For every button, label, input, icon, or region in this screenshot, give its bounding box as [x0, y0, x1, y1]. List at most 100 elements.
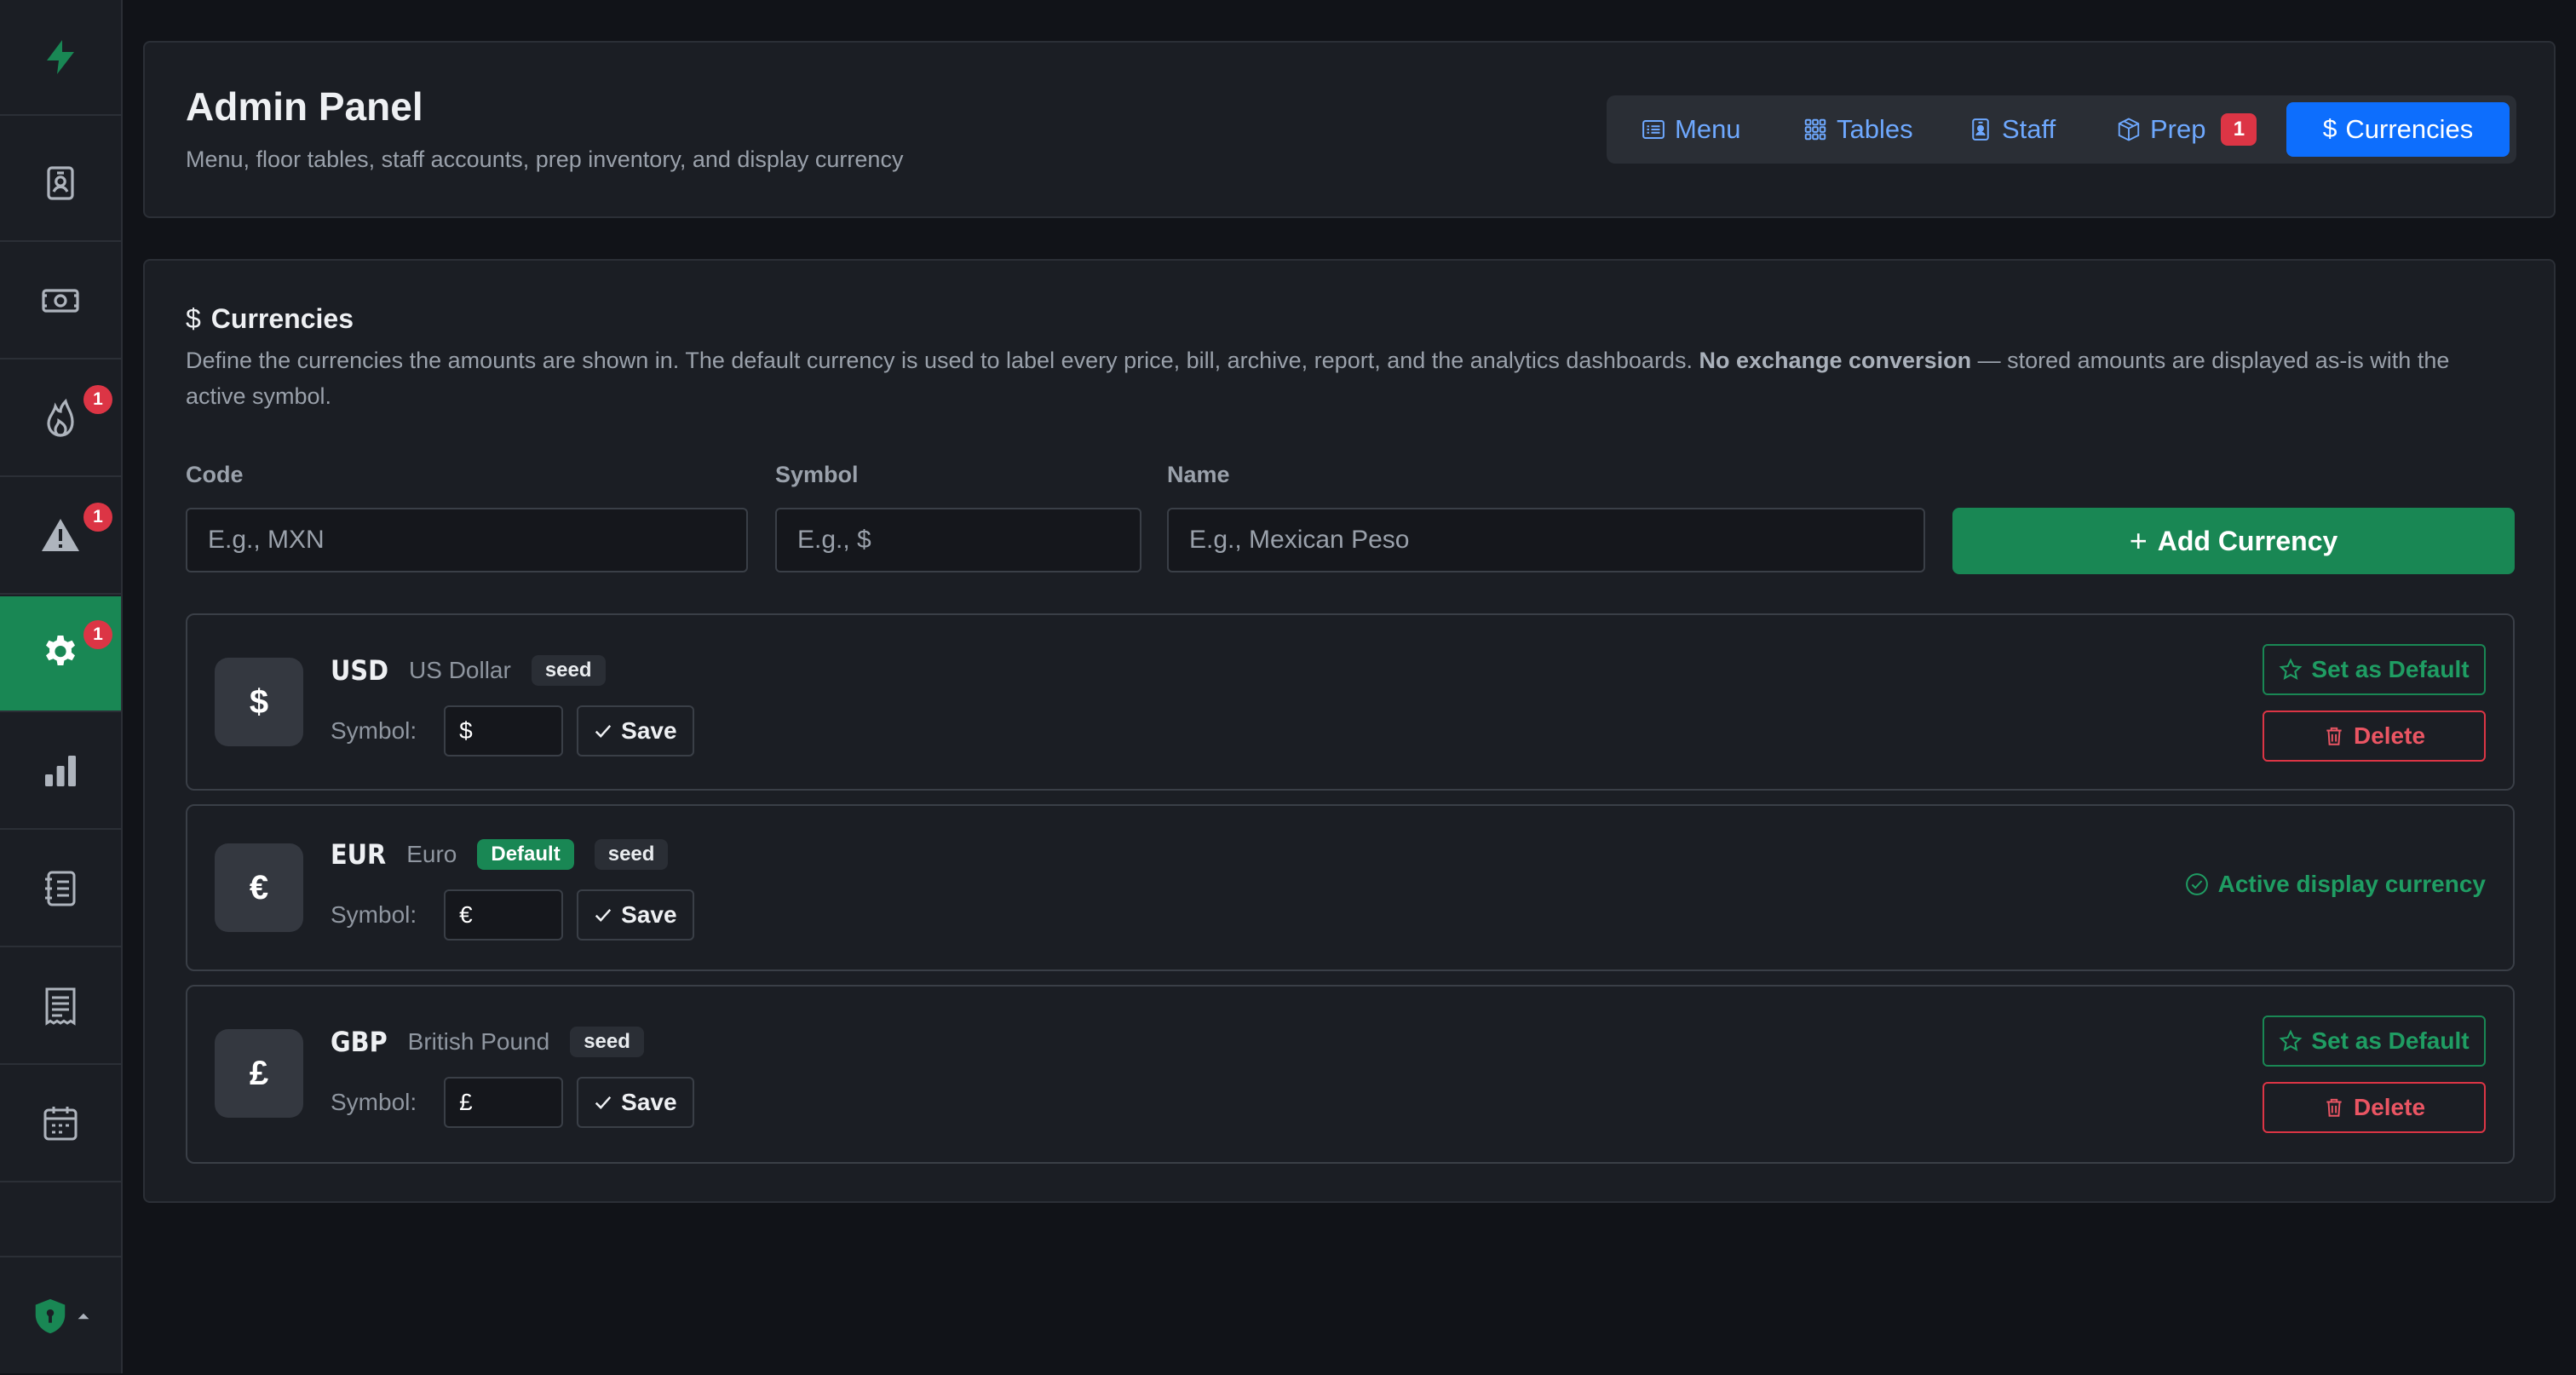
sidebar-item-admin[interactable]: 1	[0, 596, 121, 712]
alerts-badge: 1	[83, 503, 112, 532]
name-input[interactable]	[1167, 508, 1925, 572]
currency-name: Euro	[406, 841, 457, 867]
set-default-label: Set as Default	[2311, 656, 2470, 682]
page-title: Admin Panel	[186, 84, 423, 129]
currency-symbol-tile: £	[215, 1029, 303, 1118]
currency-row-gbp: £ GBP British Pound seed Symbol: Save Se…	[186, 985, 2515, 1164]
delete-label: Delete	[2353, 1094, 2426, 1120]
box-icon	[2118, 118, 2140, 141]
warning-icon	[42, 519, 79, 551]
id-badge-icon	[47, 166, 74, 200]
sidebar-item-cash[interactable]	[0, 244, 121, 360]
sidebar-item-analytics[interactable]	[0, 714, 121, 830]
kitchen-badge: 1	[83, 385, 112, 414]
admin-tabs: Menu Tables Staff Prep 1 $ Currencies	[1607, 95, 2516, 164]
seed-badge: seed	[594, 839, 669, 870]
dollar-icon: $	[186, 303, 201, 334]
sidebar-item-orders[interactable]	[0, 831, 121, 947]
check-icon	[595, 724, 612, 738]
symbol-edit-input[interactable]	[444, 705, 564, 757]
code-input[interactable]	[186, 508, 748, 572]
bar-chart-icon	[45, 756, 76, 786]
delete-label: Delete	[2353, 722, 2426, 749]
save-label: Save	[621, 717, 677, 744]
symbol-field-label: Symbol:	[331, 901, 417, 928]
person-badge-icon	[1972, 118, 1989, 141]
trash-icon	[2326, 1098, 2342, 1117]
receipt-icon	[45, 987, 76, 1026]
section-title-label: Currencies	[210, 303, 354, 334]
symbol-field-label: Symbol:	[331, 1089, 417, 1115]
symbol-label: Symbol	[775, 462, 859, 487]
page-subtitle: Menu, floor tables, staff accounts, prep…	[186, 147, 904, 172]
seed-badge: seed	[570, 1027, 644, 1057]
symbol-edit-input[interactable]	[444, 1077, 564, 1128]
currency-symbol-tile: €	[215, 843, 303, 932]
check-icon	[595, 908, 612, 922]
delete-button[interactable]: Delete	[2263, 711, 2486, 762]
sidebar-item-receipts[interactable]	[0, 949, 121, 1065]
trash-icon	[2326, 727, 2342, 745]
shield-lock-icon	[35, 1298, 66, 1334]
list-icon	[1642, 120, 1665, 139]
sidebar: 1 1 1	[0, 0, 123, 1373]
fire-icon	[47, 398, 74, 437]
tab-staff[interactable]: Staff	[1952, 102, 2071, 157]
tab-tables-label: Tables	[1837, 114, 1913, 144]
admin-badge: 1	[83, 620, 112, 649]
plus-icon: +	[2129, 523, 2148, 558]
tab-prep[interactable]: Prep 1	[2101, 102, 2272, 157]
cash-icon	[42, 289, 79, 313]
prep-badge: 1	[2221, 113, 2257, 146]
currency-code: GBP	[331, 1026, 388, 1058]
sidebar-item-calendar[interactable]	[0, 1067, 121, 1182]
sidebar-item-kitchen[interactable]: 1	[0, 361, 121, 477]
symbol-edit-input[interactable]	[444, 889, 564, 941]
description-text: Define the currencies the amounts are sh…	[186, 348, 1693, 373]
sidebar-item-home[interactable]	[0, 0, 121, 116]
journal-list-icon	[45, 871, 76, 906]
sidebar-item-alerts[interactable]: 1	[0, 479, 121, 595]
section-description: Define the currencies the amounts are sh…	[186, 342, 2511, 414]
sidebar-item-staff[interactable]	[0, 126, 121, 242]
save-symbol-button[interactable]: Save	[577, 889, 694, 941]
default-badge: Default	[477, 839, 574, 870]
currency-symbol-tile: $	[215, 658, 303, 746]
add-currency-button[interactable]: + Add Currency	[1952, 508, 2515, 574]
active-label: Active display currency	[2217, 871, 2486, 897]
tab-currencies[interactable]: $ Currencies	[2286, 102, 2510, 157]
description-bold: No exchange conversion	[1699, 348, 1972, 373]
active-currency-status: Active display currency	[2184, 871, 2486, 898]
name-label: Name	[1167, 462, 1230, 487]
set-default-button[interactable]: Set as Default	[2263, 644, 2486, 695]
currency-code: EUR	[331, 838, 387, 871]
symbol-field-label: Symbol:	[331, 717, 417, 744]
currency-row-usd: $ USD US Dollar seed Symbol: Save Set as…	[186, 613, 2515, 791]
tab-menu[interactable]: Menu	[1625, 102, 1757, 157]
save-symbol-button[interactable]: Save	[577, 1077, 694, 1128]
currency-name: US Dollar	[409, 657, 511, 683]
currency-code: USD	[331, 654, 389, 687]
save-symbol-button[interactable]: Save	[577, 705, 694, 757]
gear-icon	[46, 636, 75, 665]
tab-staff-label: Staff	[2002, 114, 2056, 144]
set-default-button[interactable]: Set as Default	[2263, 1015, 2486, 1067]
section-title: $ Currencies	[186, 303, 354, 335]
star-icon	[2279, 658, 2303, 680]
bolt-icon	[47, 40, 74, 74]
seed-badge: seed	[531, 655, 606, 686]
save-label: Save	[621, 901, 677, 928]
tab-currencies-label: Currencies	[2345, 114, 2474, 144]
currency-name: British Pound	[407, 1028, 550, 1055]
save-label: Save	[621, 1089, 677, 1115]
dollar-icon: $	[2322, 115, 2337, 143]
tab-tables[interactable]: Tables	[1787, 102, 1929, 157]
grid-icon	[1804, 118, 1826, 141]
user-menu[interactable]	[0, 1256, 121, 1375]
tab-menu-label: Menu	[1675, 114, 1741, 144]
admin-header: Admin Panel Menu, floor tables, staff ac…	[143, 41, 2556, 218]
delete-button[interactable]: Delete	[2263, 1082, 2486, 1133]
symbol-input[interactable]	[775, 508, 1141, 572]
check-circle-icon	[2185, 873, 2208, 895]
calendar-icon	[43, 1107, 78, 1141]
